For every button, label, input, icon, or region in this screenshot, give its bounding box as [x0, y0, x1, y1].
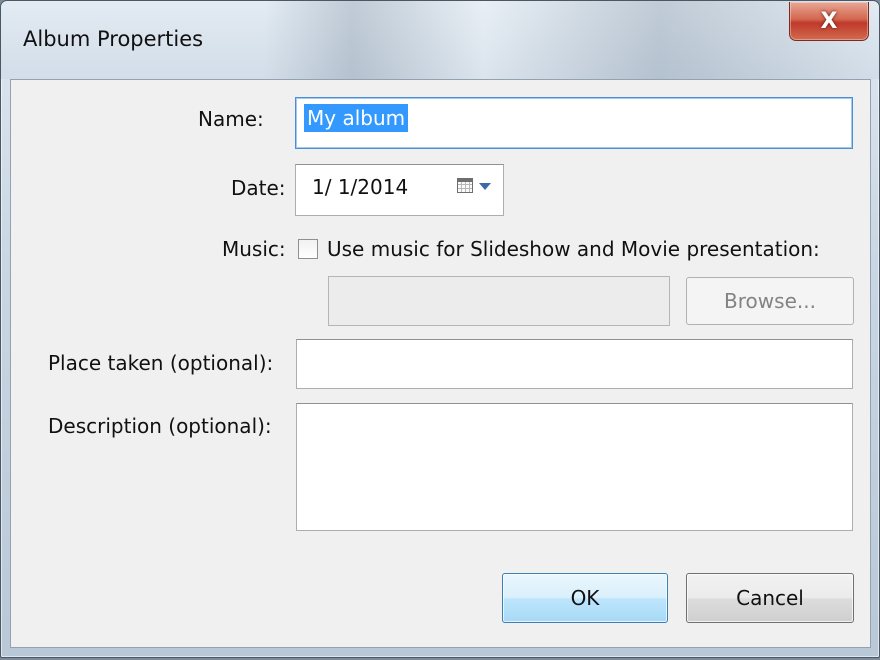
date-picker[interactable]: 1/ 1/2014 — [295, 164, 504, 216]
chevron-down-icon[interactable] — [479, 183, 491, 190]
music-checkbox-label[interactable]: Use music for Slideshow and Movie presen… — [327, 237, 820, 261]
ok-button[interactable]: OK — [502, 573, 668, 623]
album-properties-dialog: Album Properties X Name: My album Date: … — [0, 0, 880, 658]
date-label: Date: — [231, 176, 286, 200]
cancel-button[interactable]: Cancel — [686, 573, 854, 623]
music-path-field — [328, 276, 670, 326]
calendar-icon[interactable] — [457, 178, 473, 193]
date-value: 1/ 1/2014 — [312, 175, 409, 199]
description-label: Description (optional): — [48, 414, 272, 438]
title-bar[interactable]: Album Properties X — [1, 1, 879, 79]
browse-button: Browse... — [686, 277, 854, 325]
music-label: Music: — [222, 237, 286, 261]
dialog-body: Name: My album Date: 1/ 1/2014 Music: Us… — [10, 79, 871, 648]
place-taken-input[interactable] — [296, 339, 853, 389]
name-input-value: My album — [304, 104, 409, 132]
close-button[interactable]: X — [789, 2, 869, 41]
music-checkbox[interactable] — [298, 239, 318, 259]
name-input[interactable]: My album — [295, 97, 853, 149]
description-textarea[interactable] — [296, 403, 853, 531]
close-icon: X — [820, 8, 838, 34]
name-label: Name: — [198, 107, 264, 131]
window-title: Album Properties — [23, 27, 204, 51]
place-taken-label: Place taken (optional): — [48, 351, 274, 375]
